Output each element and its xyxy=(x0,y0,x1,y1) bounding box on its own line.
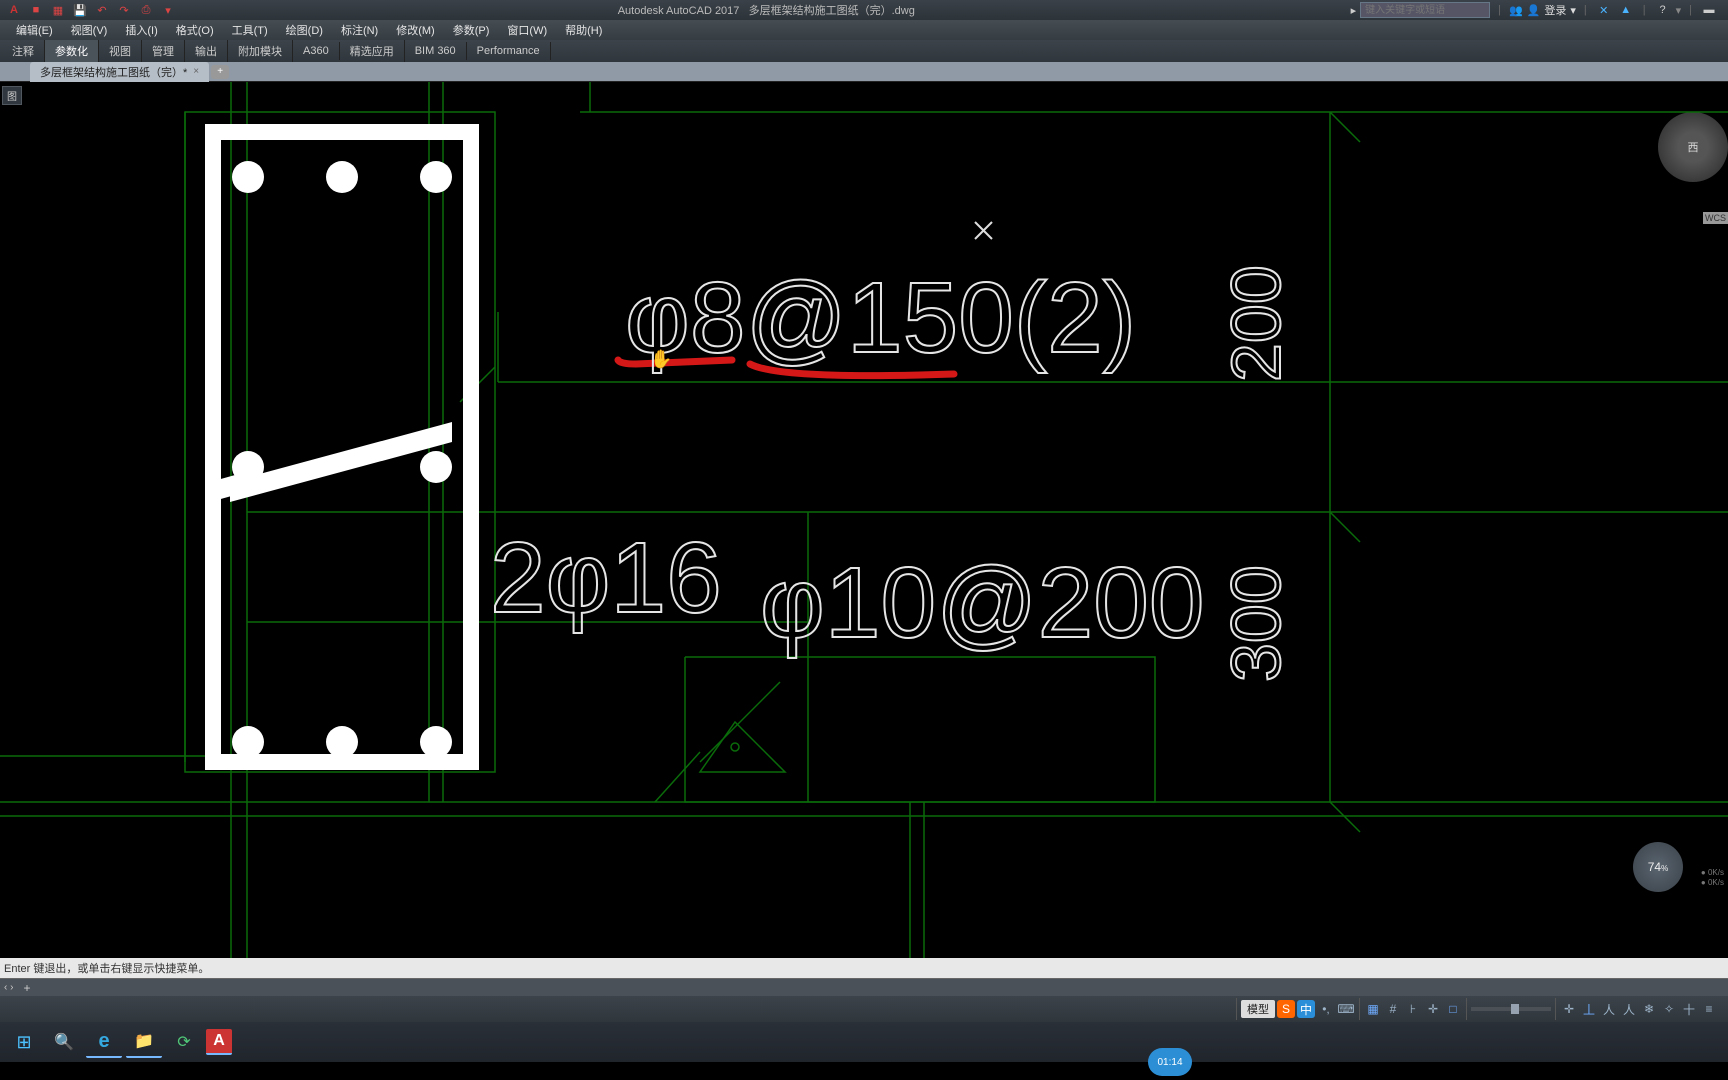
app-menu-icon[interactable]: A xyxy=(6,2,22,18)
ribbon-output[interactable]: 输出 xyxy=(185,40,228,62)
osnap-icon[interactable]: □ xyxy=(1444,1000,1462,1018)
taskbar-clock-pill[interactable]: 01:14 xyxy=(1148,1048,1192,1076)
exchange-x-icon[interactable]: ✕ xyxy=(1595,1,1613,19)
menu-insert[interactable]: 插入(I) xyxy=(117,20,165,40)
net-speed: ● 0K/s ● 0K/s xyxy=(1701,868,1724,888)
ribbon-manage[interactable]: 管理 xyxy=(142,40,185,62)
windows-taskbar: ⊞ 🔍 e 📁 ⟳ A 01:14 xyxy=(0,1022,1728,1062)
transparency-icon[interactable]: 人 xyxy=(1620,1000,1638,1018)
annomonitor-icon[interactable]: ✧ xyxy=(1660,1000,1678,1018)
new-tab-button[interactable]: + xyxy=(211,65,229,79)
ribbon-parametric[interactable]: 参数化 xyxy=(45,40,99,62)
qat-undo-icon[interactable]: ↶ xyxy=(94,2,110,18)
command-text: Enter 键退出，或单击右键显示快捷菜单。 xyxy=(4,960,209,976)
menu-dim[interactable]: 标注(N) xyxy=(333,20,386,40)
ortho-icon[interactable]: ⊦ xyxy=(1404,1000,1422,1018)
modelspace-button[interactable]: 模型 xyxy=(1241,1000,1275,1018)
command-line[interactable]: Enter 键退出，或单击右键显示快捷菜单。 xyxy=(0,958,1728,978)
ribbon-annotate[interactable]: 注释 xyxy=(2,40,45,62)
cycling-icon[interactable]: ❄ xyxy=(1640,1000,1658,1018)
layout-tab-bar: ‹ › + xyxy=(0,978,1728,996)
menu-window[interactable]: 窗口(W) xyxy=(499,20,555,40)
window-title: Autodesk AutoCAD 2017 多层框架结构施工图纸（完）.dwg xyxy=(182,2,1351,18)
cortana-icon[interactable]: ⟳ xyxy=(166,1026,202,1058)
edge-icon[interactable]: e xyxy=(86,1026,122,1058)
polar-icon[interactable]: ✛ xyxy=(1424,1000,1442,1018)
user-icon: 👥 xyxy=(1509,4,1523,17)
file-tab-label: 多层框架结构施工图纸（完）* xyxy=(40,64,187,80)
ime-keyboard-icon[interactable]: ⌨ xyxy=(1337,1000,1355,1018)
svg-text:φ10@200: φ10@200 xyxy=(760,547,1204,659)
autocad-taskbar-icon[interactable]: A xyxy=(206,1029,232,1055)
customize-icon[interactable]: ≡ xyxy=(1700,1000,1718,1018)
perf-badge: 74% xyxy=(1633,842,1683,892)
search-taskbar-icon[interactable]: 🔍 xyxy=(46,1026,82,1058)
quickprops-icon[interactable]: 十 xyxy=(1680,1000,1698,1018)
svg-text:φ8@150(2): φ8@150(2) xyxy=(625,262,1136,374)
status-bar: 模型 S 中 •, ⌨ ▦ # ⊦ ✛ □ ✛ 丄 人 人 ❄ ✧ 十 ≡ xyxy=(0,996,1728,1022)
layout-add[interactable]: + xyxy=(17,981,36,995)
quick-access-toolbar: A ■ ▦ 💾 ↶ ↷ ⎙ ▾ xyxy=(0,2,182,18)
file-tab-close-icon[interactable]: × xyxy=(193,66,199,77)
menu-view[interactable]: 视图(V) xyxy=(63,20,116,40)
help-search-input[interactable] xyxy=(1360,2,1490,18)
ribbon-featured[interactable]: 精选应用 xyxy=(340,40,405,62)
file-tab-current[interactable]: 多层框架结构施工图纸（完）* × xyxy=(30,62,209,82)
svg-text:✋: ✋ xyxy=(650,348,672,369)
svg-text:2φ16: 2φ16 xyxy=(490,522,722,634)
title-bar: A ■ ▦ 💾 ↶ ↷ ⎙ ▾ Autodesk AutoCAD 2017 多层… xyxy=(0,0,1728,20)
ribbon-view[interactable]: 视图 xyxy=(99,40,142,62)
menu-draw[interactable]: 绘图(D) xyxy=(278,20,331,40)
drawing-canvas[interactable]: 图 西 WCS xyxy=(0,82,1728,958)
qat-redo-icon[interactable]: ↷ xyxy=(116,2,132,18)
grid-icon[interactable]: ▦ xyxy=(1364,1000,1382,1018)
minimize-icon[interactable]: ▬ xyxy=(1700,1,1718,19)
menu-param[interactable]: 参数(P) xyxy=(445,20,498,40)
qat-plot-icon[interactable]: ⎙ xyxy=(138,2,154,18)
3dosnap-icon[interactable]: ✛ xyxy=(1560,1000,1578,1018)
ribbon-bim360[interactable]: BIM 360 xyxy=(405,42,467,60)
qat-dropdown-icon[interactable]: ▾ xyxy=(160,2,176,18)
user-single-icon: 👤 xyxy=(1527,4,1541,17)
ime-punct-icon[interactable]: •, xyxy=(1317,1000,1335,1018)
file-tab-bar: 多层框架结构施工图纸（完）* × + xyxy=(0,62,1728,82)
lwdisplay-icon[interactable]: 人 xyxy=(1600,1000,1618,1018)
menu-modify[interactable]: 修改(M) xyxy=(388,20,443,40)
ribbon-performance[interactable]: Performance xyxy=(467,42,551,60)
sogou-icon[interactable]: S xyxy=(1277,1000,1295,1018)
layout-nav[interactable]: ‹ › xyxy=(0,982,17,993)
title-search-icon[interactable]: ▸ xyxy=(1351,4,1357,17)
menu-bar: 编辑(E) 视图(V) 插入(I) 格式(O) 工具(T) 绘图(D) 标注(N… xyxy=(0,20,1728,40)
ribbon-addins[interactable]: 附加模块 xyxy=(228,40,293,62)
qat-save-icon[interactable]: 💾 xyxy=(72,2,88,18)
login-button[interactable]: 👥 👤 登录 ▾ xyxy=(1509,2,1576,18)
qat-new-icon[interactable]: ■ xyxy=(28,2,44,18)
svg-text:200: 200 xyxy=(1217,265,1295,382)
ribbon-a360[interactable]: A360 xyxy=(293,42,340,60)
menu-tools[interactable]: 工具(T) xyxy=(224,20,276,40)
help-icon[interactable]: ? xyxy=(1654,1,1672,19)
autodesk-share-icon[interactable]: ▲ xyxy=(1617,1,1635,19)
annotation-slider[interactable] xyxy=(1471,1007,1551,1011)
start-button[interactable]: ⊞ xyxy=(6,1026,42,1058)
ime-zh-icon[interactable]: 中 xyxy=(1297,1000,1315,1018)
menu-help[interactable]: 帮助(H) xyxy=(557,20,610,40)
explorer-icon[interactable]: 📁 xyxy=(126,1026,162,1058)
menu-edit[interactable]: 编辑(E) xyxy=(8,20,61,40)
ribbon-tabs: 注释 参数化 视图 管理 输出 附加模块 A360 精选应用 BIM 360 P… xyxy=(0,40,1728,62)
qat-open-icon[interactable]: ▦ xyxy=(50,2,66,18)
snap-icon[interactable]: # xyxy=(1384,1000,1402,1018)
cad-drawing: φ8@150(2) 2φ16 φ10@200 200 300 ✋ xyxy=(0,82,1728,958)
menu-format[interactable]: 格式(O) xyxy=(168,20,222,40)
dyn-input-icon[interactable]: 丄 xyxy=(1580,1000,1598,1018)
svg-text:300: 300 xyxy=(1217,565,1295,682)
